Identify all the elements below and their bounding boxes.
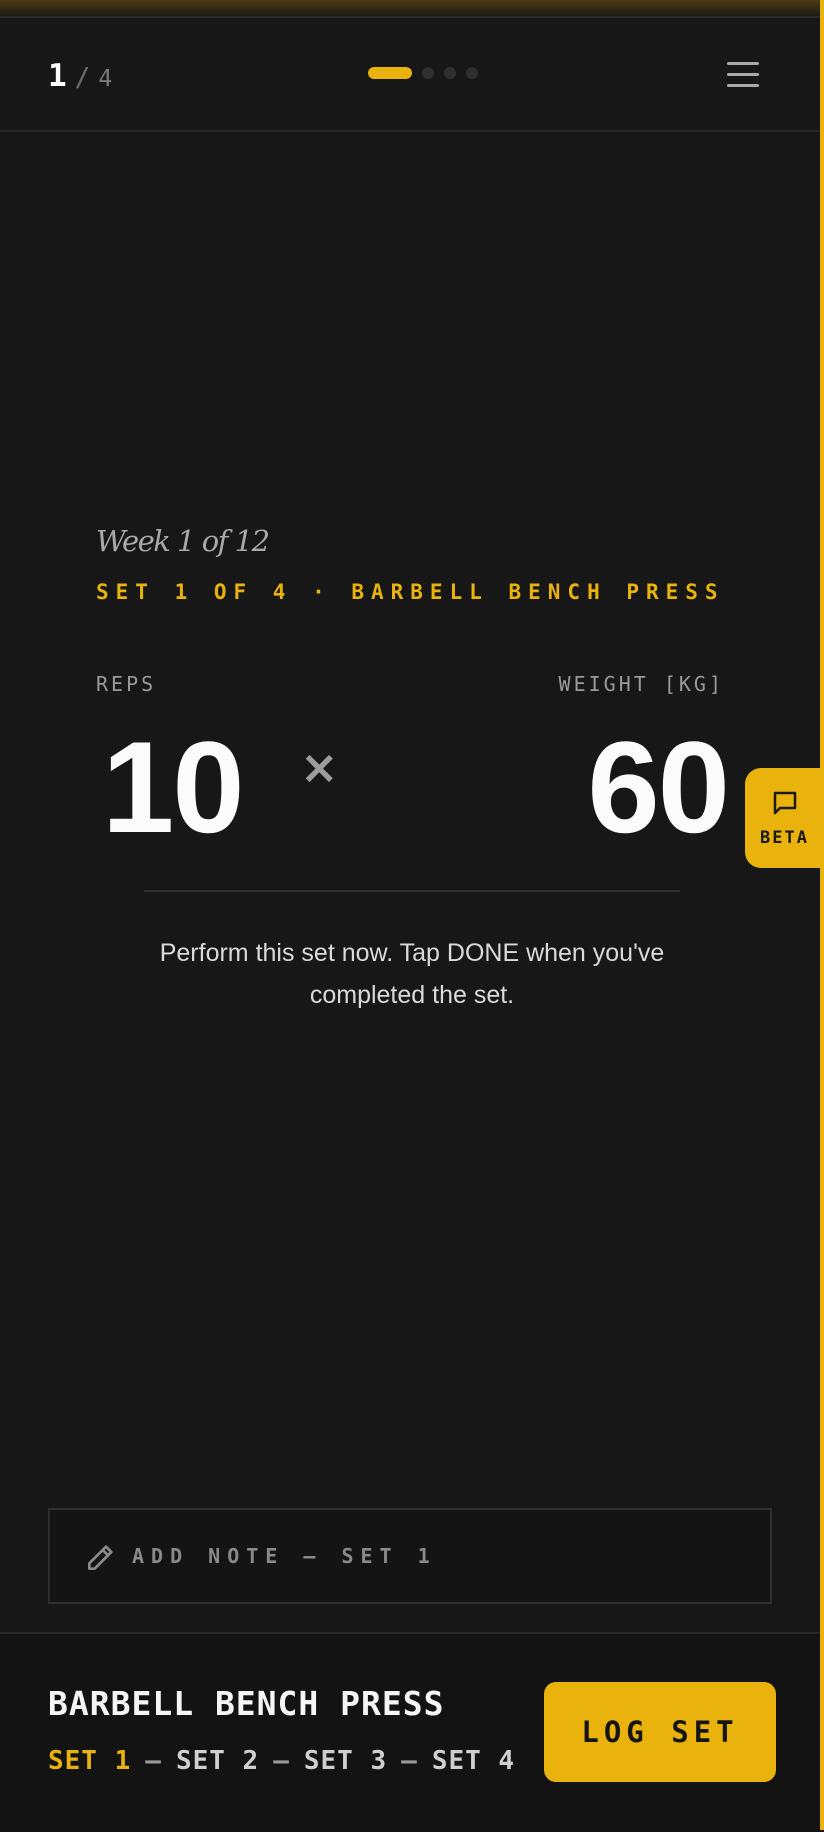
step-separator: / [74,63,91,93]
current-step: 1 [48,58,67,94]
instruction-text: Perform this set now. Tap DONE when you'… [159,939,665,1009]
reps-value: 10 [102,714,245,860]
progress-dot-3 [444,67,456,79]
top-header: 1/ 4 [0,16,820,132]
step-counter: 1/ 4 [48,58,112,94]
total-steps: 4 [98,66,113,92]
progress-dot-2 [422,67,434,79]
beta-feedback-button[interactable]: BETA [745,768,824,868]
set-item-1: SET 1 [48,1746,132,1776]
progress-dots [368,67,478,79]
menu-line [727,62,759,65]
bottom-bar: BARBELL BENCH PRESS SET 1— SET 2— SET 3— SE… [0,1632,820,1832]
set-item-3: SET 3 [303,1746,388,1776]
week-label: Week 1 of 12 [96,524,270,558]
times-symbol: × [300,740,339,794]
set-exercise-line: SET 1 OF 4 · BARBELL BENCH PRESS [96,580,725,604]
pencil-icon [88,1545,113,1570]
set-separator: — [145,1746,162,1776]
log-set-button[interactable]: LOG SET [544,1682,776,1782]
set-item-2: SET 2 [175,1746,260,1776]
reps-label: REPS [96,672,157,696]
set-item-4: SET 4 [431,1746,516,1776]
divider [144,890,680,892]
right-accent-rail [820,0,824,1830]
add-note-label: ADD NOTE — SET 1 [132,1544,437,1568]
add-note-button[interactable]: ADD NOTE — SET 1 [48,1508,772,1604]
menu-line [727,73,759,76]
set-separator: — [401,1746,418,1776]
hamburger-menu-icon[interactable] [727,62,759,90]
menu-line [727,84,759,87]
progress-dot-1 [368,67,412,79]
weight-label: WEIGHT [KG] [558,672,724,696]
progress-dot-4 [466,67,478,79]
beta-label: BETA [760,828,809,848]
weight-value: 60 [587,714,730,860]
exercise-name: BARBELL BENCH PRESS [48,1684,445,1723]
set-sequence: SET 1 — SET 2 — SET 3 — SET 4 [48,1746,515,1776]
set-separator: — [273,1746,290,1776]
chat-bubble-icon [773,791,797,815]
